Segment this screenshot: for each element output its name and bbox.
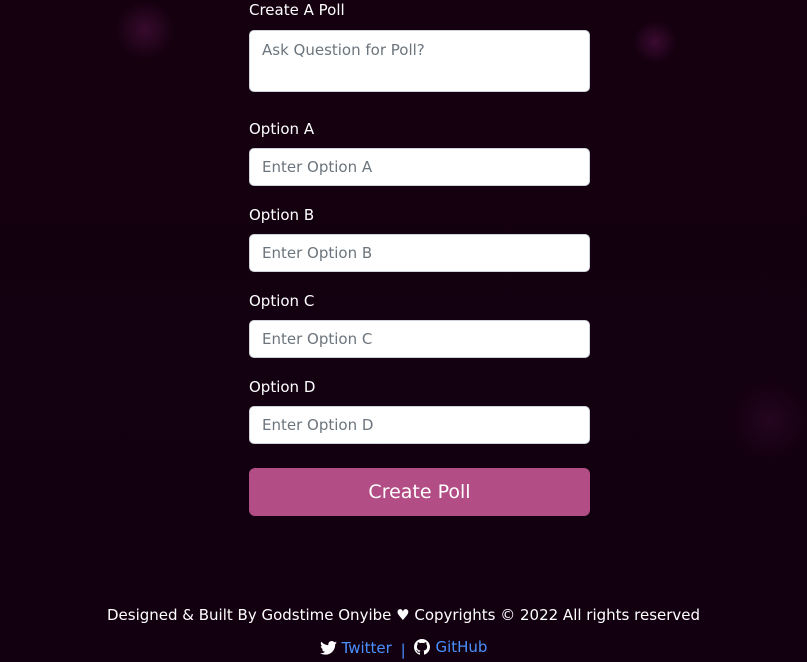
footer-separator: | bbox=[400, 641, 406, 659]
github-icon bbox=[414, 639, 431, 655]
option-d-label: Option D bbox=[249, 378, 316, 396]
twitter-link[interactable]: Twitter bbox=[319, 639, 392, 657]
twitter-link-label: Twitter bbox=[341, 639, 392, 657]
option-c-label: Option C bbox=[249, 292, 315, 310]
option-a-input[interactable] bbox=[249, 148, 590, 186]
twitter-icon bbox=[319, 641, 337, 655]
option-b-input[interactable] bbox=[249, 234, 590, 272]
page: Create A Poll Option A Option B Option C… bbox=[0, 0, 807, 662]
option-a-label: Option A bbox=[249, 120, 315, 138]
github-link-label: GitHub bbox=[435, 638, 488, 656]
create-poll-button[interactable]: Create Poll bbox=[249, 468, 590, 516]
question-input[interactable] bbox=[249, 30, 590, 92]
github-link[interactable]: GitHub bbox=[414, 638, 487, 656]
option-c-input[interactable] bbox=[249, 320, 590, 358]
option-d-input[interactable] bbox=[249, 406, 590, 444]
footer-credit: Designed & Built By Godstime Onyibe ♥ Co… bbox=[106, 606, 701, 624]
footer-links: Twitter | GitHub bbox=[0, 638, 807, 659]
form-title: Create A Poll bbox=[249, 1, 345, 19]
option-b-label: Option B bbox=[249, 206, 315, 224]
